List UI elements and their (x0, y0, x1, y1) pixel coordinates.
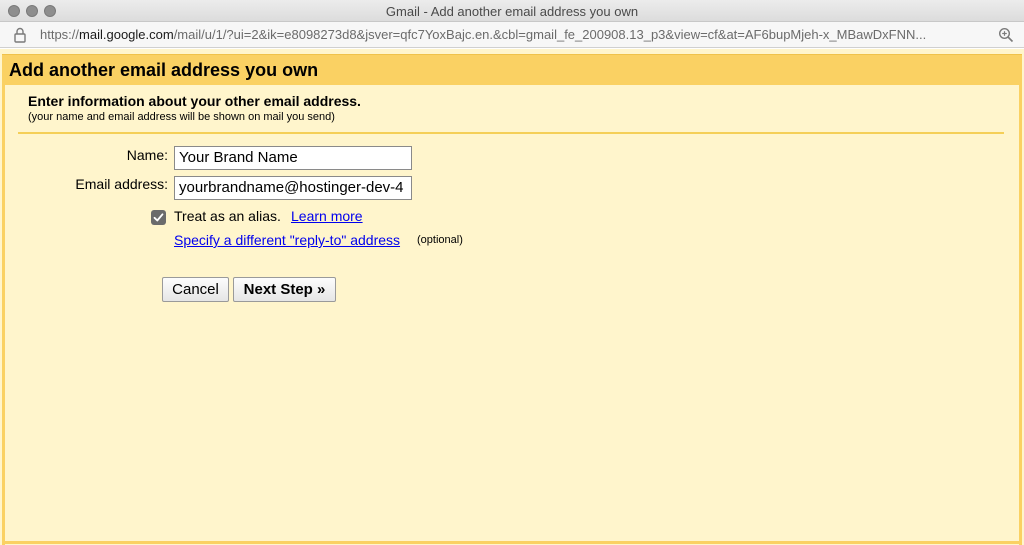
window-title: Gmail - Add another email address you ow… (385, 4, 639, 19)
frame-border-bottom (2, 541, 1022, 544)
name-input[interactable]: Your Brand Name (174, 146, 412, 170)
url-text[interactable]: https://mail.google.com/mail/u/1/?ui=2&i… (40, 27, 992, 42)
section-divider (18, 132, 1004, 134)
checkmark-icon (153, 213, 164, 222)
email-label: Email address: (75, 176, 168, 192)
alias-label: Treat as an alias. (174, 208, 281, 224)
window-title-bar: Gmail - Add another email address you ow… (0, 0, 1024, 22)
dialog-title: Add another email address you own (9, 60, 319, 80)
intro-heading: Enter information about your other email… (28, 93, 361, 109)
frame-border-left (2, 85, 5, 545)
name-label: Name: (126, 147, 168, 163)
url-host: mail.google.com (79, 27, 174, 42)
learn-more-link[interactable]: Learn more (291, 208, 363, 224)
cancel-button[interactable]: Cancel (162, 277, 229, 302)
lock-icon (13, 27, 27, 43)
dialog-header: Add another email address you own (2, 54, 1022, 85)
alias-checkbox[interactable] (151, 210, 166, 225)
url-path: /mail/u/1/?ui=2&ik=e8098273d8&jsver=qfc7… (173, 27, 927, 42)
frame-border-right (1019, 85, 1022, 545)
next-step-button[interactable]: Next Step » (233, 277, 336, 302)
reply-to-link[interactable]: Specify a different "reply-to" address (174, 232, 400, 248)
intro-subtext: (your name and email address will be sho… (28, 111, 335, 123)
optional-note: (optional) (417, 234, 463, 246)
zoom-icon[interactable] (998, 27, 1014, 43)
email-input[interactable]: yourbrandname@hostinger-dev-4 (174, 176, 412, 200)
url-scheme: https:// (40, 27, 80, 42)
dialog-page: Add another email address you own Enter … (0, 49, 1024, 545)
address-bar[interactable]: https://mail.google.com/mail/u/1/?ui=2&i… (0, 22, 1024, 48)
